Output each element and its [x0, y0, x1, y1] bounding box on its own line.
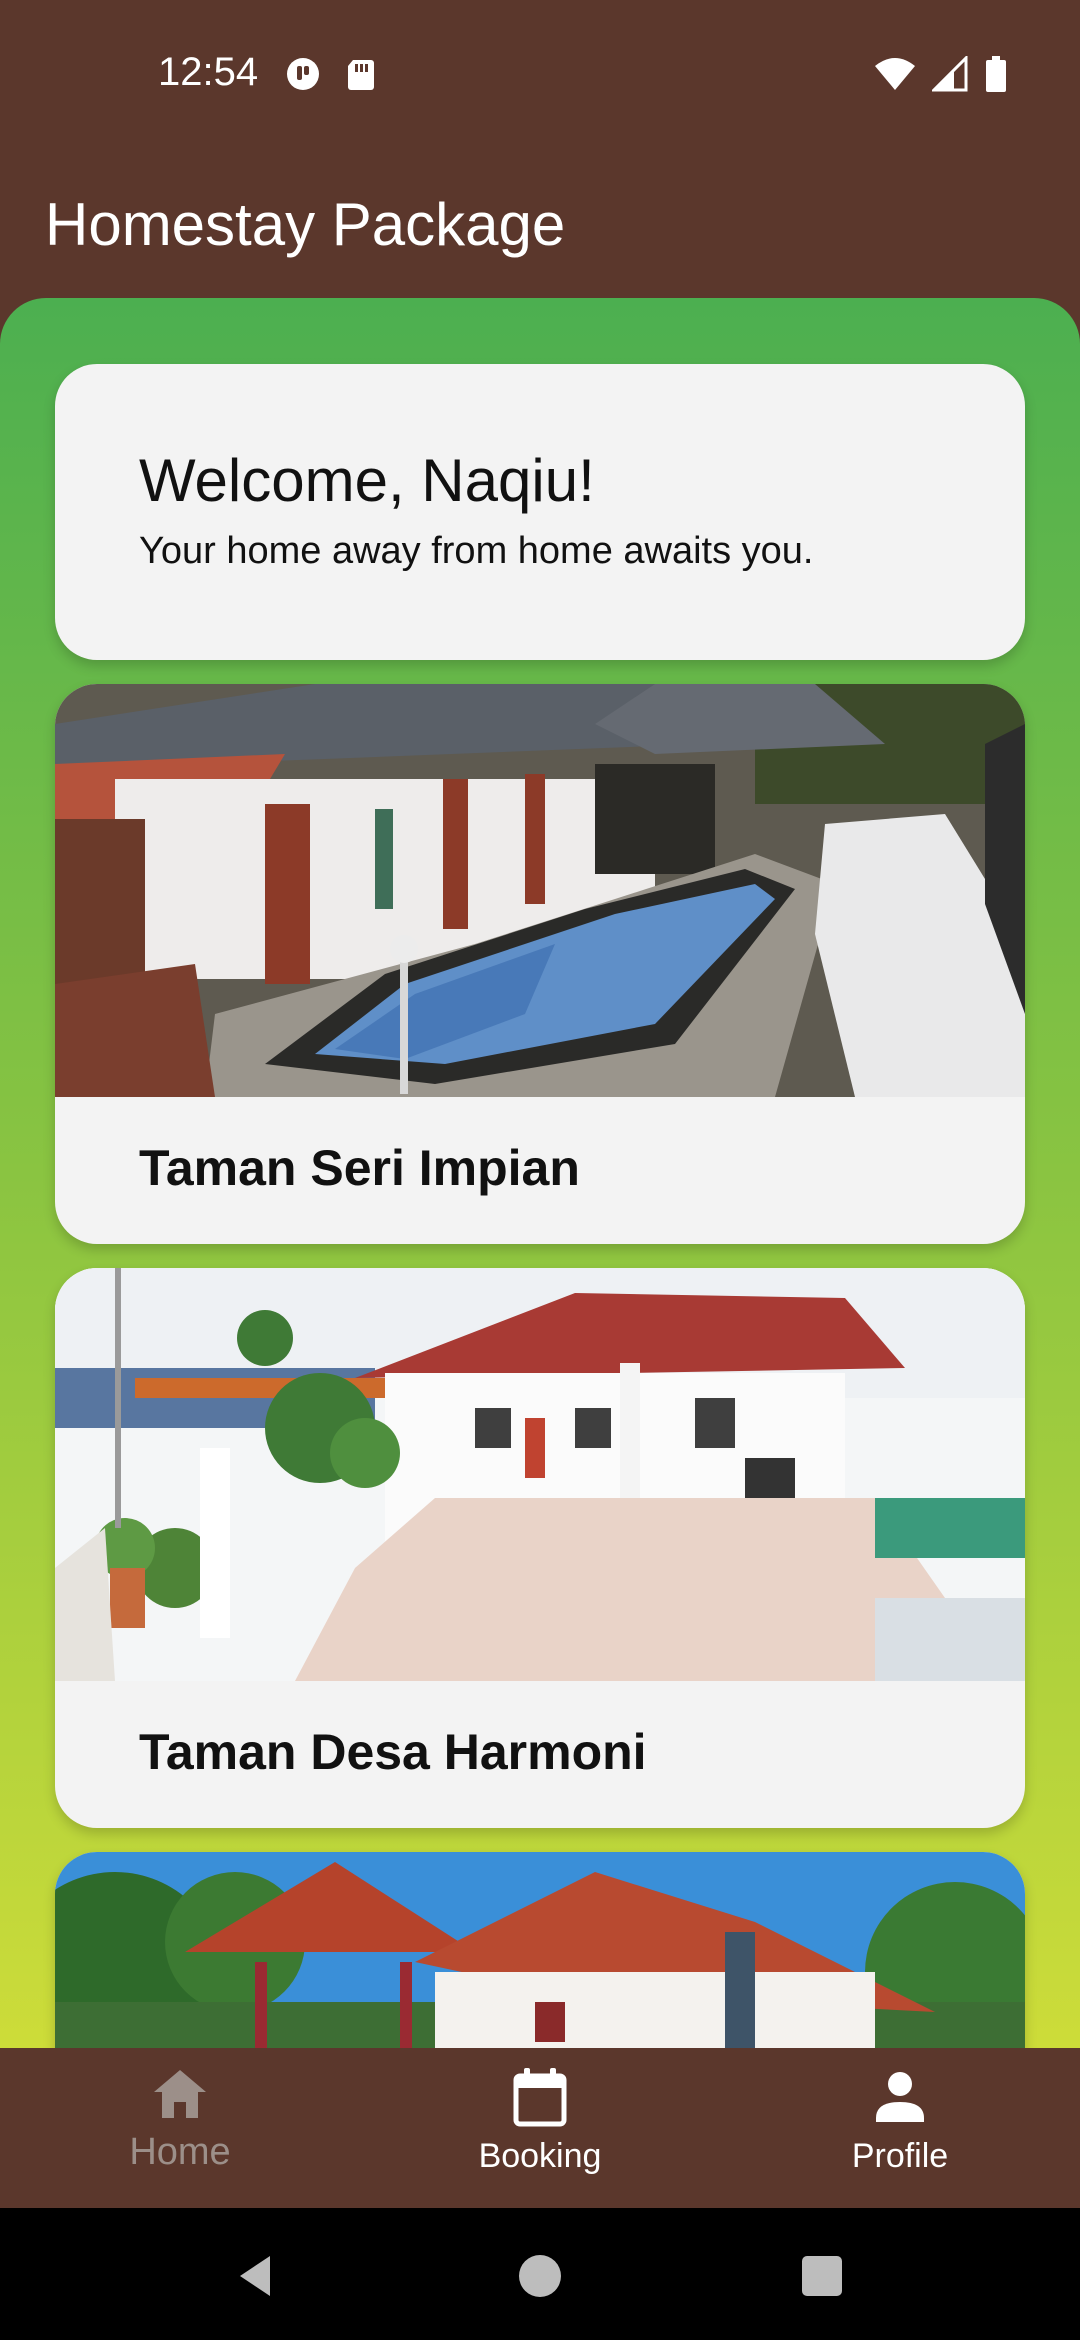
- white-bungalow-photo: [55, 1268, 1025, 1681]
- status-bar: 12:54: [0, 0, 1080, 150]
- welcome-card: Welcome, Naqiu! Your home away from home…: [55, 364, 1025, 660]
- welcome-subtitle: Your home away from home awaits you.: [139, 530, 814, 572]
- nav-booking[interactable]: Booking: [420, 2066, 660, 2196]
- homestay-card-3[interactable]: [55, 1852, 1025, 2048]
- wifi-icon: [875, 58, 915, 90]
- signal-icon: [932, 56, 968, 92]
- nav-profile[interactable]: Profile: [780, 2066, 1020, 2196]
- welcome-title: Welcome, Naqiu!: [139, 447, 595, 514]
- data-saver-icon: [287, 58, 319, 90]
- page-title: Homestay Package: [45, 191, 566, 258]
- status-icons-right: [874, 56, 1008, 92]
- home-button-icon[interactable]: [512, 2248, 568, 2304]
- homestay-card-taman-desa-harmoni[interactable]: Taman Desa Harmoni: [55, 1268, 1025, 1828]
- battery-icon: [986, 56, 1006, 92]
- back-icon[interactable]: [230, 2248, 286, 2304]
- person-icon: [876, 2072, 924, 2122]
- red-roof-house-photo: [55, 1852, 1025, 2048]
- homestay-list[interactable]: Welcome, Naqiu! Your home away from home…: [0, 298, 1080, 2048]
- system-navigation-bar: [0, 2208, 1080, 2340]
- homestay-name: Taman Desa Harmoni: [139, 1724, 647, 1780]
- homestay-card-taman-seri-impian[interactable]: Taman Seri Impian: [55, 684, 1025, 1244]
- home-icon: [154, 2070, 206, 2118]
- calendar-icon: [513, 2068, 567, 2127]
- homestay-name: Taman Seri Impian: [139, 1140, 580, 1196]
- sd-card-icon: [348, 60, 374, 90]
- status-time: 12:54: [158, 50, 259, 94]
- nav-home[interactable]: Home: [60, 2066, 300, 2196]
- nav-profile-label: Profile: [851, 2137, 949, 2175]
- recents-icon[interactable]: [794, 2248, 850, 2304]
- nav-booking-label: Booking: [478, 2137, 602, 2175]
- status-icons-left: [285, 56, 379, 92]
- villa-with-pool-photo: [55, 684, 1025, 1097]
- app-bar: Homestay Package: [0, 150, 1080, 300]
- nav-home-label: Home: [129, 2131, 231, 2173]
- bottom-navigation: Home Booking Profile: [0, 2048, 1080, 2208]
